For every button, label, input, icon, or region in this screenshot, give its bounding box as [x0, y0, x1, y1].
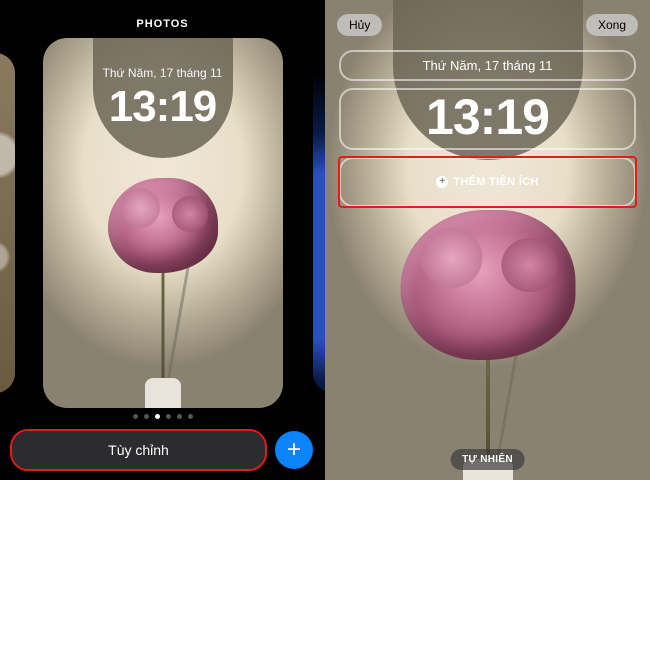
lockscreen-date: Thứ Năm, 17 tháng 11 — [43, 66, 283, 80]
color-filter-pill[interactable]: TỰ NHIÊN — [450, 449, 525, 470]
time-widget-slot[interactable]: 13:19 — [339, 88, 636, 150]
add-wallpaper-button[interactable]: + — [275, 431, 313, 469]
lockscreen-clock: Thứ Năm, 17 tháng 11 13:19 — [43, 66, 283, 132]
dot — [144, 414, 149, 419]
dot — [177, 414, 182, 419]
page-indicator — [133, 414, 193, 419]
add-widget-slot[interactable]: + THÊM TIỆN ÍCH — [339, 157, 636, 207]
lockscreen-edit-screen: Hủy Xong Thứ Năm, 17 tháng 11 13:19 + TH… — [325, 0, 650, 480]
flower-blossom — [400, 210, 575, 360]
photos-header: PHOTOS — [136, 18, 188, 30]
dot-active — [155, 414, 160, 419]
flower-vase — [145, 378, 181, 408]
edit-widgets-stack: Thứ Năm, 17 tháng 11 13:19 + THÊM TIỆN Í… — [339, 50, 636, 207]
lockscreen-time: 13:19 — [43, 82, 283, 132]
current-wallpaper-card[interactable]: Thứ Năm, 17 tháng 11 13:19 — [43, 38, 283, 408]
prev-wallpaper-peek[interactable] — [0, 53, 15, 393]
customize-button[interactable]: Tùy chỉnh — [12, 431, 265, 469]
done-button[interactable]: Xong — [586, 14, 638, 36]
wallpaper-carousel[interactable]: Thứ Năm, 17 tháng 11 13:19 — [0, 38, 325, 408]
dot — [166, 414, 171, 419]
customize-button-label: Tùy chỉnh — [108, 442, 169, 458]
plus-icon: + — [287, 436, 301, 464]
bottom-toolbar: Tùy chỉnh + — [0, 423, 325, 480]
add-widget-label: THÊM TIỆN ÍCH — [453, 176, 538, 188]
next-wallpaper-peek[interactable] — [313, 53, 325, 393]
dot — [133, 414, 138, 419]
date-widget-slot[interactable]: Thứ Năm, 17 tháng 11 — [339, 50, 636, 81]
flower-blossom — [108, 178, 218, 273]
wallpaper-gallery-screen: PHOTOS Thứ Năm, 17 tháng 11 13:19 — [0, 0, 325, 480]
dot — [188, 414, 193, 419]
cancel-button[interactable]: Hủy — [337, 14, 382, 36]
plus-circle-icon: + — [436, 176, 448, 188]
